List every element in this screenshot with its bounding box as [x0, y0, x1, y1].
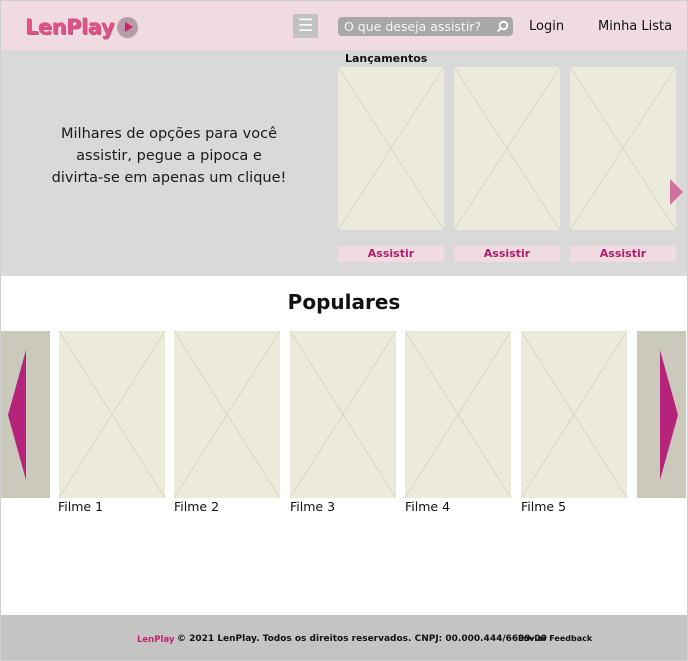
- watch-button[interactable]: Assistir: [454, 246, 560, 262]
- placeholder-image-icon: [454, 67, 560, 230]
- play-icon: [116, 16, 138, 38]
- movie-poster-5[interactable]: [521, 331, 627, 498]
- launches-title: Lançamentos: [345, 52, 428, 65]
- launch-poster-3[interactable]: [570, 67, 676, 230]
- movie-poster-3[interactable]: [290, 331, 396, 498]
- placeholder-image-icon: [174, 331, 280, 498]
- search-input[interactable]: [344, 17, 492, 36]
- login-link[interactable]: Login: [529, 19, 564, 34]
- chevron-right-icon[interactable]: [670, 179, 683, 205]
- popular-title: Populares: [287, 290, 401, 314]
- movie-poster-2[interactable]: [174, 331, 280, 498]
- logo[interactable]: LenPlay: [25, 13, 138, 41]
- hero-tagline: Milhares de opções para você assistir, p…: [51, 126, 287, 186]
- launch-poster-2[interactable]: [454, 67, 560, 230]
- feedback-link[interactable]: Enviar Feedback: [518, 634, 592, 643]
- placeholder-image-icon: [570, 67, 676, 230]
- footer: LenPlay © 2021 LenPlay. Todos os direito…: [1, 615, 687, 660]
- placeholder-image-icon: [59, 331, 165, 498]
- my-list-link[interactable]: Minha Lista: [598, 19, 672, 34]
- watch-button[interactable]: Assistir: [338, 246, 444, 262]
- placeholder-image-icon: [338, 67, 444, 230]
- hamburger-icon[interactable]: ☰: [293, 14, 318, 38]
- movie-title[interactable]: Filme 3: [290, 499, 335, 514]
- search-icon[interactable]: [496, 20, 509, 33]
- header: LenPlay ☰ Login Minha Lista: [1, 1, 687, 50]
- arrow-left-icon[interactable]: [8, 350, 26, 480]
- placeholder-image-icon: [405, 331, 511, 498]
- hero-section: Milhares de opções para você assistir, p…: [1, 50, 687, 276]
- movie-poster-1[interactable]: [59, 331, 165, 498]
- movie-poster-4[interactable]: [405, 331, 511, 498]
- movie-title[interactable]: Filme 1: [58, 499, 103, 514]
- placeholder-image-icon: [521, 331, 627, 498]
- launch-poster-1[interactable]: [338, 67, 444, 230]
- watch-button[interactable]: Assistir: [570, 246, 676, 262]
- footer-copyright: © 2021 LenPlay. Todos os direitos reserv…: [177, 634, 547, 644]
- movie-title[interactable]: Filme 5: [521, 499, 566, 514]
- footer-logo[interactable]: LenPlay: [137, 635, 174, 645]
- movie-title[interactable]: Filme 4: [405, 499, 450, 514]
- movie-title[interactable]: Filme 2: [174, 499, 219, 514]
- arrow-right-icon[interactable]: [660, 350, 678, 480]
- logo-text: LenPlay: [25, 15, 114, 39]
- search-box: [338, 17, 513, 36]
- placeholder-image-icon: [290, 331, 396, 498]
